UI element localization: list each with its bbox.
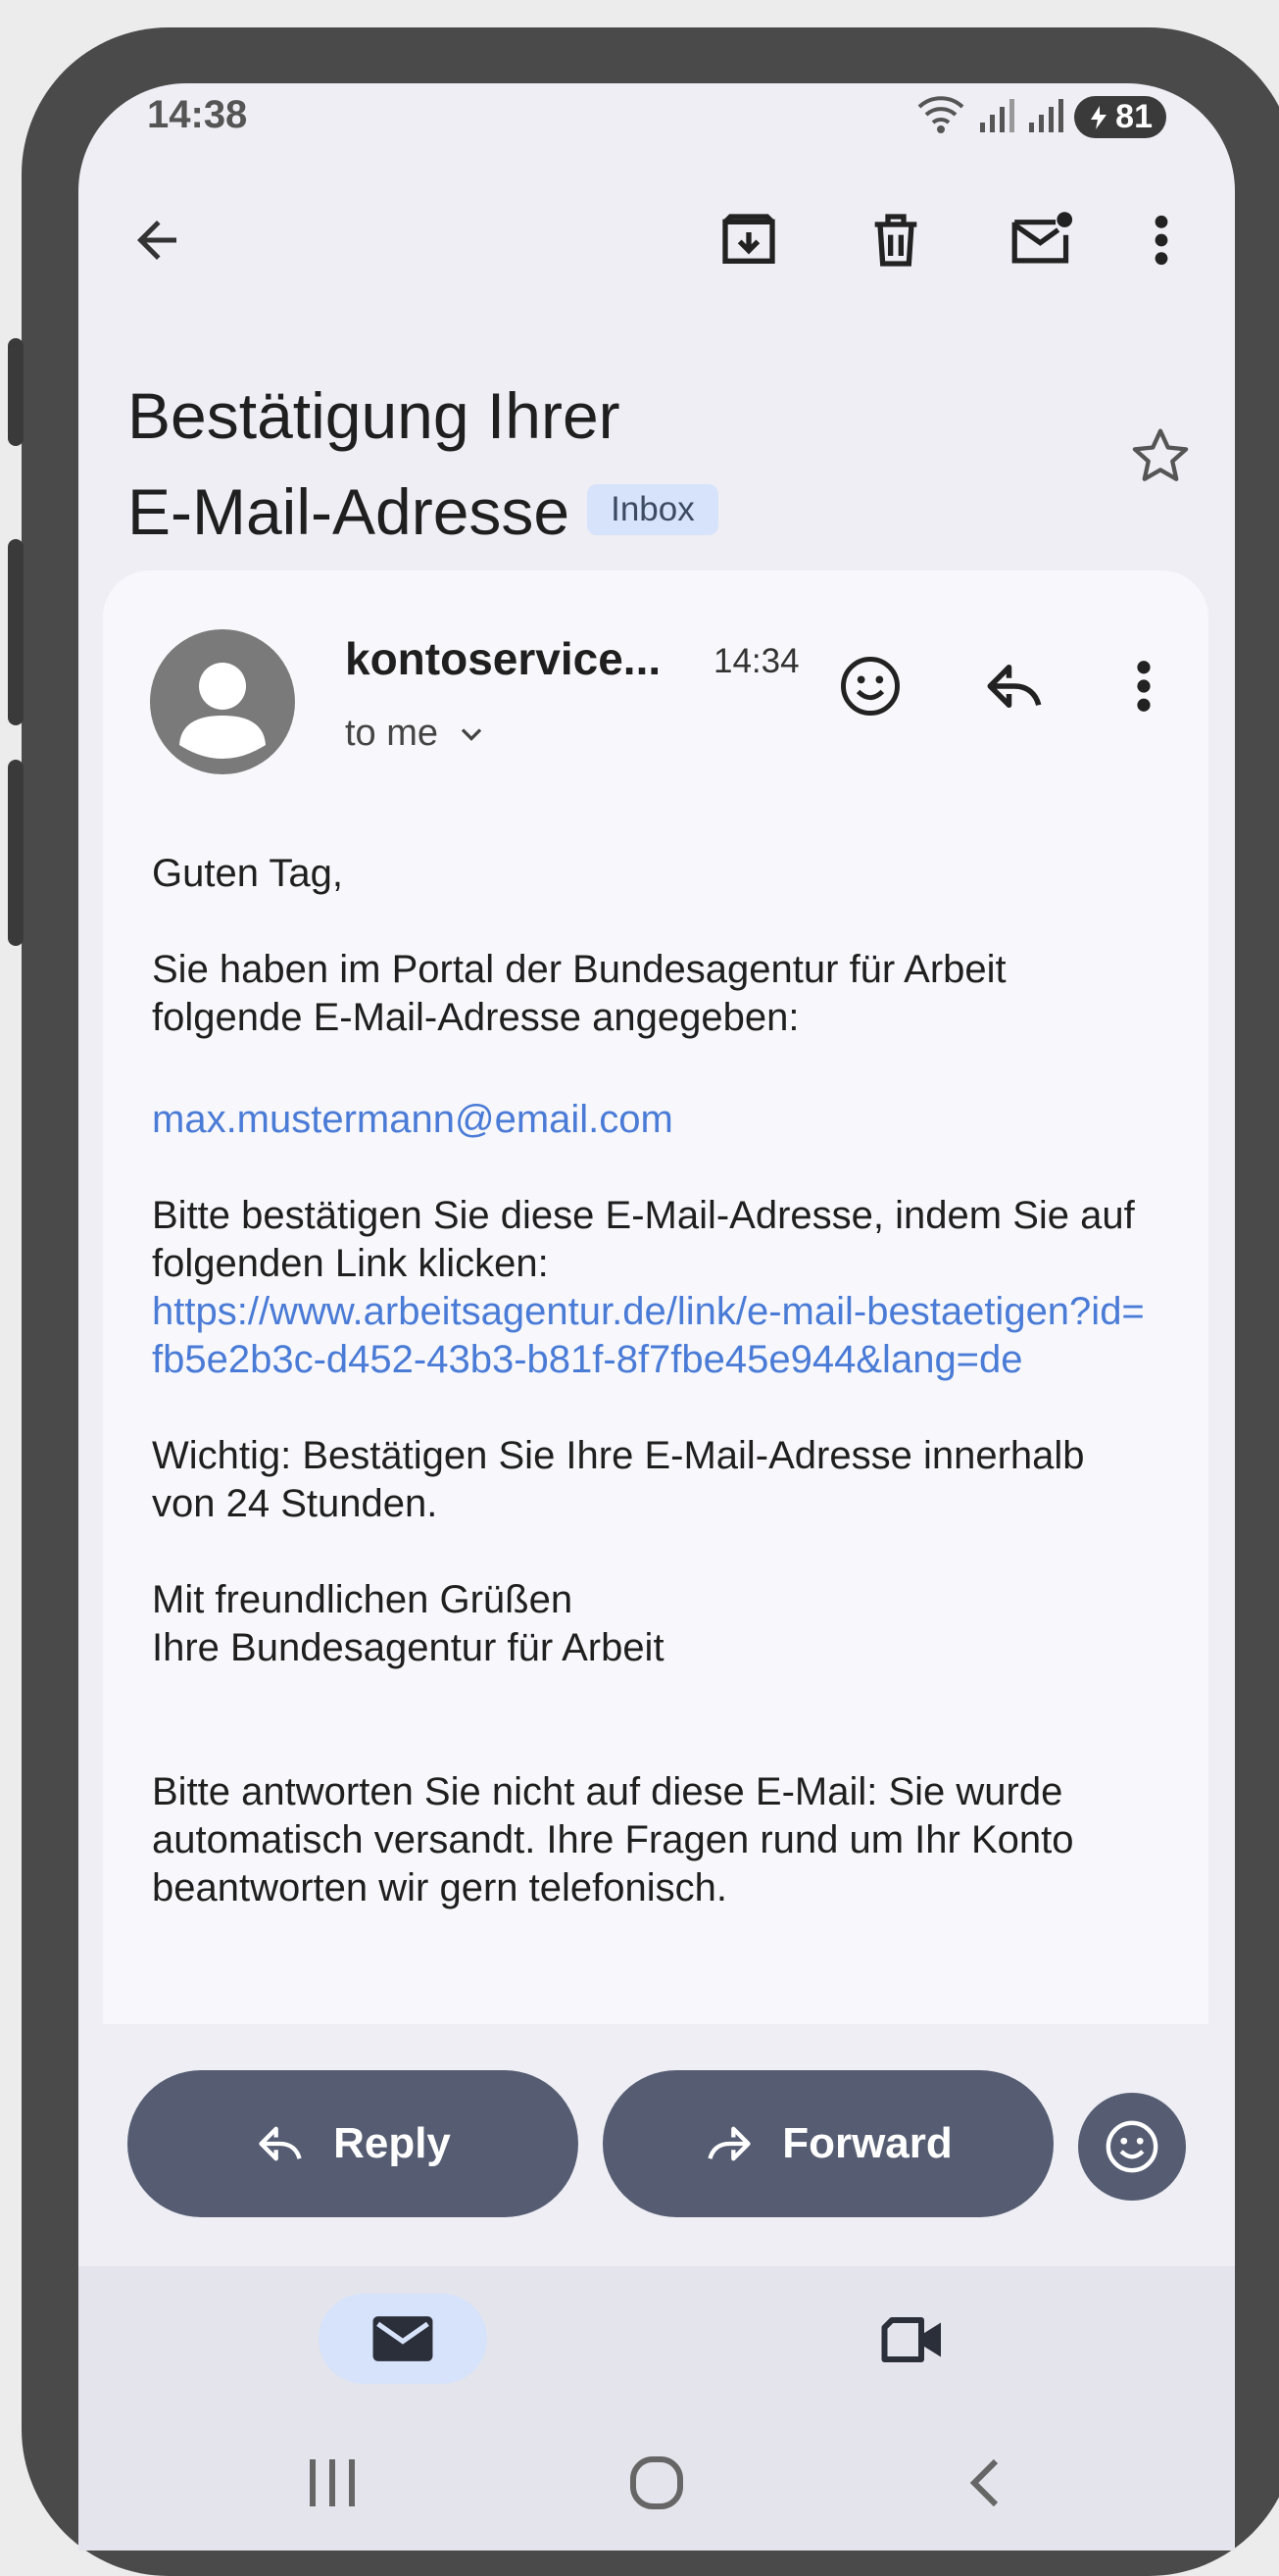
phone-screen: 14:38 81 Bestätigung Ihrer E-Mail-Adress… xyxy=(78,83,1235,2551)
forward-label: Forward xyxy=(782,2119,953,2167)
reply-button[interactable]: Reply xyxy=(127,2070,578,2217)
volume-button xyxy=(8,539,24,725)
video-camera-icon xyxy=(881,2317,941,2362)
inbox-label-chip[interactable]: Inbox xyxy=(587,483,718,535)
avatar[interactable] xyxy=(150,629,295,774)
mail-icon xyxy=(372,2316,433,2361)
subject-line: Bestätigung Ihrer xyxy=(127,379,620,452)
signal-icon xyxy=(1025,95,1064,139)
body-paragraph: Wichtig: Bestätigen Sie Ihre E-Mail-Adre… xyxy=(152,1434,1085,1525)
reply-icon xyxy=(259,2126,302,2161)
email-subject: Bestätigung Ihrer E-Mail-Adresse Inbox xyxy=(127,368,1068,560)
reply-label: Reply xyxy=(333,2119,451,2167)
emoji-reaction-button[interactable] xyxy=(1078,2093,1186,2201)
more-vert-icon[interactable] xyxy=(1147,209,1176,272)
chevron-down-icon xyxy=(461,727,482,741)
battery-icon: 81 xyxy=(1074,96,1166,138)
sender-name[interactable]: kontoservice... xyxy=(345,632,661,685)
message-body: Guten Tag, Sie haben im Portal der Bunde… xyxy=(152,850,1152,1912)
star-icon[interactable] xyxy=(1129,424,1192,487)
body-paragraph: Bitte bestätigen Sie diese E-Mail-Adress… xyxy=(152,1194,1135,1285)
body-footer: Bitte antworten Sie nicht auf diese E-Ma… xyxy=(152,1770,1074,1909)
body-greeting: Guten Tag, xyxy=(152,852,343,895)
back-arrow-icon[interactable] xyxy=(127,211,186,270)
confirmation-link[interactable]: https://www.arbeitsagentur.de/link/e-mai… xyxy=(152,1288,1152,1384)
delete-icon[interactable] xyxy=(864,209,927,272)
body-signature: Ihre Bundesagentur für Arbeit xyxy=(152,1626,664,1669)
email-address-link[interactable]: max.mustermann@email.com xyxy=(152,1096,1152,1144)
nav-mail-tab[interactable] xyxy=(319,2294,487,2384)
forward-button[interactable]: Forward xyxy=(603,2070,1054,2217)
emoji-reaction-icon[interactable] xyxy=(838,654,903,718)
forward-icon xyxy=(708,2126,751,2161)
reply-icon[interactable] xyxy=(982,654,1047,718)
status-icons: 81 xyxy=(915,93,1166,141)
body-paragraph: Sie haben im Portal der Bundesagentur fü… xyxy=(152,948,1007,1039)
more-vert-icon[interactable] xyxy=(1129,654,1158,718)
recent-apps-icon[interactable] xyxy=(304,2455,363,2515)
body-closing: Mit freundlichen Grüßen xyxy=(152,1578,573,1621)
recipient-toggle[interactable]: to me xyxy=(345,713,489,755)
power-button xyxy=(8,760,24,946)
message-time: 14:34 xyxy=(713,642,800,680)
archive-icon[interactable] xyxy=(717,209,780,272)
back-icon[interactable] xyxy=(960,2455,1009,2515)
mark-unread-icon[interactable] xyxy=(1009,209,1076,272)
volume-button xyxy=(8,338,24,446)
subject-line: E-Mail-Adresse xyxy=(127,475,570,548)
wifi-icon xyxy=(915,93,966,141)
nav-meet-tab[interactable] xyxy=(877,2310,946,2374)
emoji-icon xyxy=(1106,2120,1158,2173)
recipient-label: to me xyxy=(345,713,439,754)
battery-level: 81 xyxy=(1115,98,1153,135)
home-icon[interactable] xyxy=(627,2455,686,2515)
signal-icon xyxy=(976,95,1015,139)
status-time: 14:38 xyxy=(147,93,248,136)
